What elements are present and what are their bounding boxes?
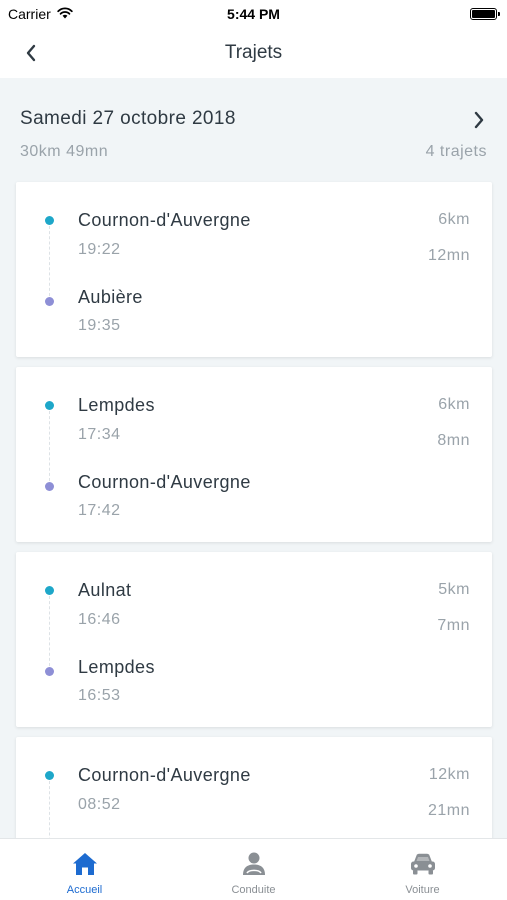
trip-card[interactable]: Cournon-d'Auvergne 19:22 Aubière 19:35 6… (16, 182, 492, 357)
start-dot-icon (45, 586, 54, 595)
trip-card[interactable]: Aulnat 16:46 Lempdes 16:53 5km 7mn (16, 552, 492, 727)
car-icon (338, 851, 507, 877)
day-header: Samedi 27 octobre 2018 30km 49mn 4 traje… (20, 100, 487, 170)
end-place: Aubière (78, 287, 143, 307)
end-dot-icon (45, 667, 54, 676)
end-place: Cournon-d'Auvergne (78, 472, 251, 492)
start-place: Cournon-d'Auvergne (78, 765, 251, 785)
end-dot-icon (45, 482, 54, 491)
trip-duration: 7mn (437, 617, 470, 634)
day-date: Samedi 27 octobre 2018 (20, 108, 236, 129)
tab-label: Voiture (405, 884, 440, 896)
trip-duration: 12mn (427, 247, 470, 264)
tab-conduite[interactable]: Conduite (169, 839, 338, 900)
start-dot-icon (45, 216, 54, 225)
route-connector (49, 226, 50, 296)
driver-icon (169, 851, 338, 877)
end-place: Lempdes (78, 657, 155, 677)
navigation-bar: Trajets (0, 28, 507, 78)
home-icon (0, 851, 169, 877)
tab-bar: Accueil Conduite Voiture (0, 838, 507, 900)
trip-distance: 6km (438, 211, 470, 228)
end-time: 19:35 (78, 317, 121, 334)
day-summary: 30km 49mn (20, 143, 109, 160)
trip-count: 4 trajets (425, 143, 487, 160)
start-place: Lempdes (78, 395, 155, 415)
trip-distance: 12km (428, 766, 470, 783)
page-title: Trajets (224, 42, 283, 63)
end-time: 17:42 (78, 502, 121, 519)
battery-icon (470, 8, 500, 20)
chevron-right-icon (474, 111, 484, 129)
trip-card[interactable]: Lempdes 17:34 Cournon-d'Auvergne 17:42 6… (16, 367, 492, 542)
end-time: 16:53 (78, 687, 121, 704)
start-place: Cournon-d'Auvergne (78, 210, 251, 230)
route-connector (49, 596, 50, 666)
start-place: Aulnat (78, 580, 132, 600)
status-bar: Carrier 5:44 PM (0, 0, 507, 28)
trip-distance: 5km (438, 581, 470, 598)
next-day-button[interactable] (471, 110, 487, 130)
trip-duration: 21mn (427, 802, 470, 819)
tab-accueil[interactable]: Accueil (0, 839, 169, 900)
tab-label: Conduite (231, 884, 276, 896)
trip-distance: 6km (438, 396, 470, 413)
start-time: 08:52 (78, 796, 121, 813)
trip-duration: 8mn (437, 432, 470, 449)
tab-label: Accueil (66, 884, 103, 896)
start-time: 17:34 (78, 426, 121, 443)
tab-voiture[interactable]: Voiture (338, 839, 507, 900)
start-time: 19:22 (78, 241, 121, 258)
start-time: 16:46 (78, 611, 121, 628)
route-connector (49, 411, 50, 481)
start-dot-icon (45, 401, 54, 410)
end-dot-icon (45, 297, 54, 306)
status-time: 5:44 PM (227, 6, 280, 22)
start-dot-icon (45, 771, 54, 780)
